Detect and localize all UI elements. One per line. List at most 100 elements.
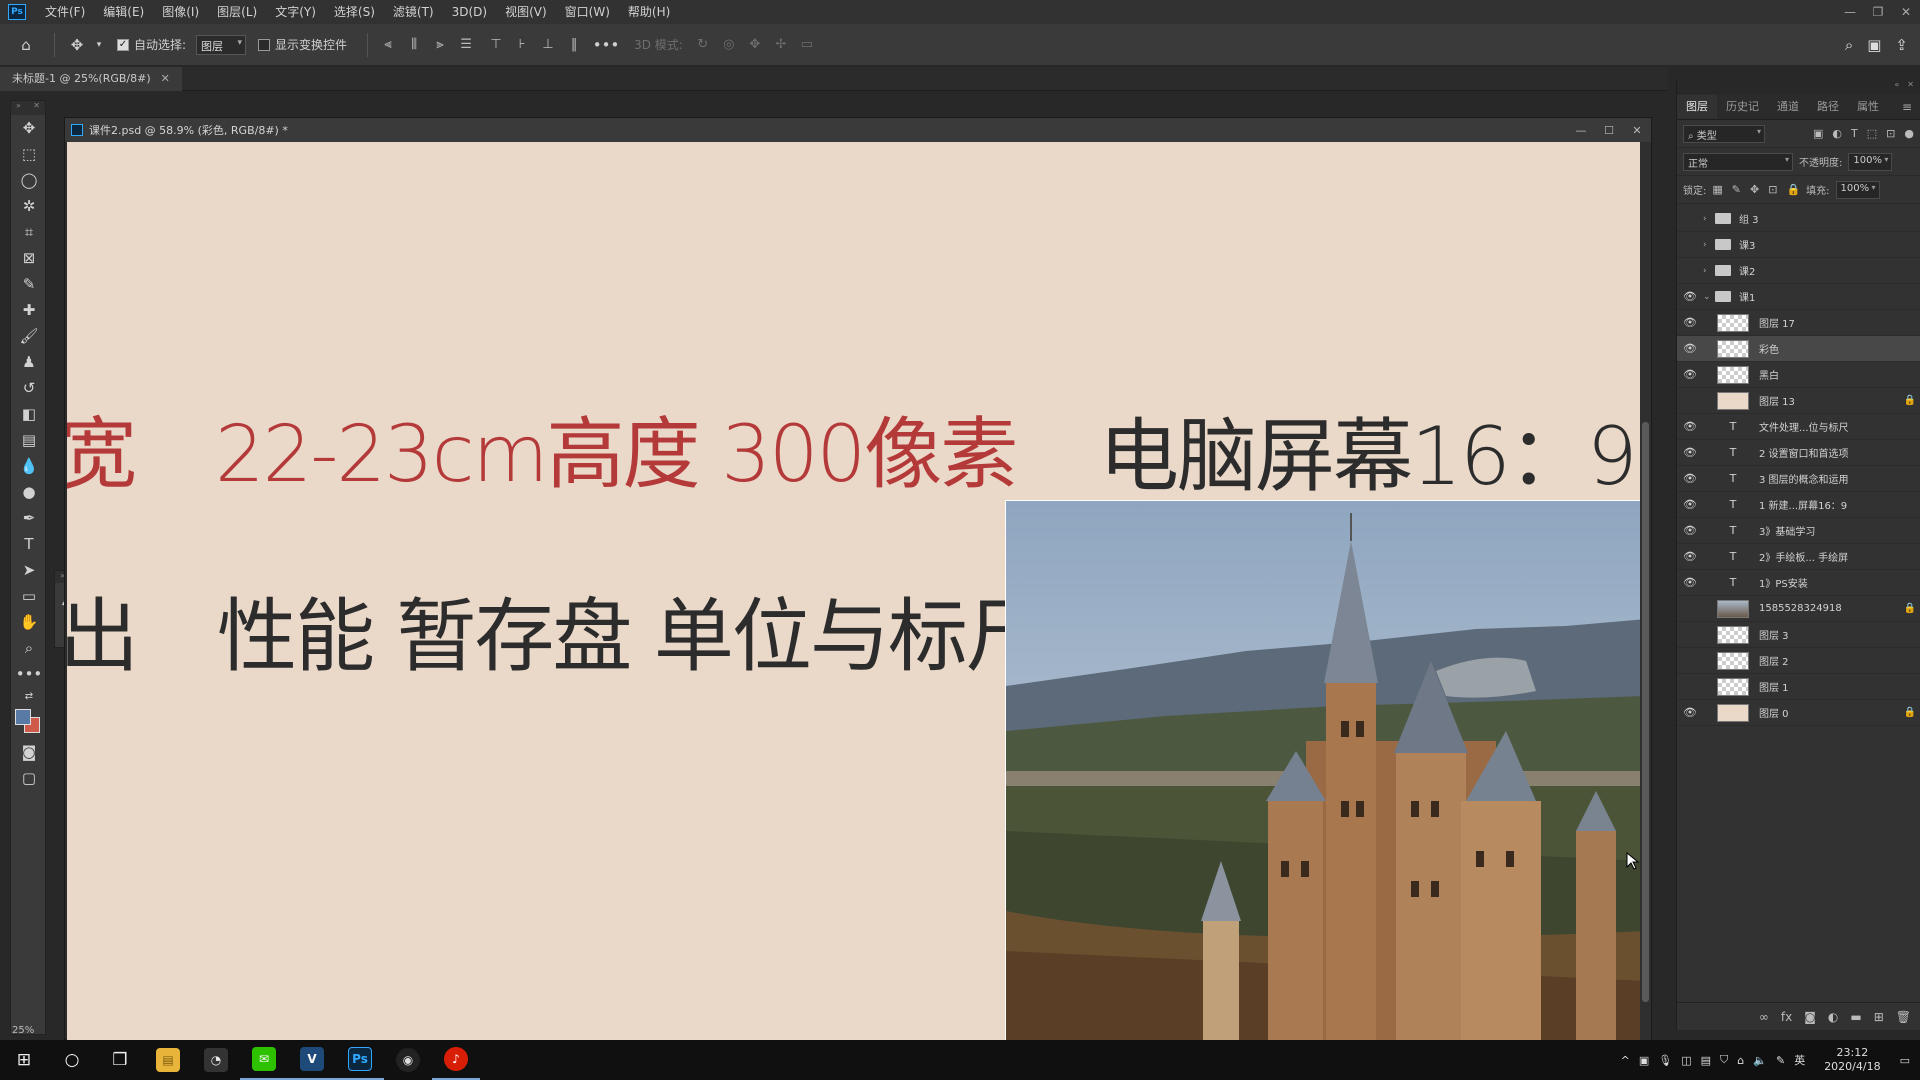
panel-header[interactable]: «✕ bbox=[1677, 80, 1920, 94]
align-bottom-icon[interactable]: ⊥ bbox=[538, 35, 558, 55]
scale-3d-icon[interactable]: ▭ bbox=[797, 35, 817, 55]
visibility-eye-icon[interactable]: 👁 bbox=[1677, 238, 1703, 251]
menu-item[interactable]: 选择(S) bbox=[325, 0, 384, 24]
chevron-down-icon[interactable]: ⌄ bbox=[1703, 292, 1715, 302]
align-right-icon[interactable]: ⫸ bbox=[430, 35, 450, 55]
workspace-icon[interactable]: ▣ bbox=[1867, 36, 1881, 54]
frame-tool-icon[interactable]: ⊠ bbox=[11, 245, 47, 271]
align-center-icon[interactable]: ⫼ bbox=[404, 35, 424, 55]
blur-tool-icon[interactable]: 💧 bbox=[11, 453, 47, 479]
visibility-eye-icon[interactable]: 👁 bbox=[1677, 264, 1703, 277]
task-view-icon[interactable]: ❒ bbox=[96, 1040, 144, 1080]
align-left-icon[interactable]: ⫷ bbox=[378, 35, 398, 55]
minimize-icon[interactable]: — bbox=[1567, 124, 1595, 137]
new-group-icon[interactable]: ▬ bbox=[1850, 1010, 1861, 1024]
visibility-eye-icon[interactable]: 👁 bbox=[1677, 498, 1703, 511]
visibility-eye-icon[interactable]: 👁 bbox=[1677, 576, 1703, 589]
delete-layer-icon[interactable]: 🗑 bbox=[1896, 1010, 1911, 1024]
swap-colors-icon[interactable]: ⇄ bbox=[11, 687, 47, 705]
scrollbar-thumb[interactable] bbox=[1642, 422, 1649, 1002]
move-tool-icon[interactable]: ✥ bbox=[65, 33, 89, 57]
layer-row[interactable]: 👁 1585528324918 🔒 bbox=[1677, 596, 1920, 622]
history-brush-tool-icon[interactable]: ↺ bbox=[11, 375, 47, 401]
menu-item[interactable]: 3D(D) bbox=[443, 0, 496, 24]
search-icon[interactable]: ○ bbox=[48, 1040, 96, 1080]
visibility-eye-icon[interactable]: 👁 bbox=[1677, 472, 1703, 485]
minimize-icon[interactable]: — bbox=[1836, 5, 1864, 19]
type-tool-icon[interactable]: T bbox=[11, 531, 47, 557]
close-icon[interactable]: ✕ bbox=[161, 72, 170, 85]
fill-input[interactable]: 100% bbox=[1835, 180, 1880, 199]
layer-row[interactable]: 👁 图层 13 🔒 bbox=[1677, 388, 1920, 414]
slide-3d-icon[interactable]: ✢ bbox=[771, 35, 791, 55]
layer-row[interactable]: 👁 T 1 新建...屏幕16：9 bbox=[1677, 492, 1920, 518]
layer-row[interactable]: 👁 T 文件处理...位与标尺 bbox=[1677, 414, 1920, 440]
layer-row[interactable]: 👁 T 3 图层的概念和运用 bbox=[1677, 466, 1920, 492]
filter-shape-icon[interactable]: ⬚ bbox=[1867, 127, 1877, 140]
clock[interactable]: 23:12 2020/4/18 bbox=[1824, 1046, 1880, 1074]
shield-icon[interactable]: ⛉ bbox=[1720, 1053, 1728, 1067]
pen-icon[interactable]: ✎ bbox=[1776, 1054, 1785, 1067]
pan-3d-icon[interactable]: ✥ bbox=[745, 35, 765, 55]
volume-icon[interactable]: 🔈 bbox=[1753, 1054, 1767, 1067]
healing-brush-tool-icon[interactable]: ✚ bbox=[11, 297, 47, 323]
auto-select-checkbox[interactable]: ✓ 自动选择: bbox=[117, 36, 186, 53]
filter-toggle-icon[interactable]: ● bbox=[1904, 127, 1914, 140]
layer-row[interactable]: 👁 图层 2 bbox=[1677, 648, 1920, 674]
visibility-eye-icon[interactable]: 👁 bbox=[1677, 420, 1703, 433]
document-title-bar[interactable]: 课件2.psd @ 58.9% (彩色, RGB/8#) * — ☐ ✕ bbox=[65, 118, 1651, 142]
filter-pixel-icon[interactable]: ▣ bbox=[1813, 127, 1823, 140]
hand-tool-icon[interactable]: ✋ bbox=[11, 609, 47, 635]
canvas[interactable]: 宽 22-23cm高度 300像素 电脑屏幕16：9 出 性能 暂存盘 单位与标… bbox=[67, 142, 1641, 1040]
notification-icon[interactable]: ▭ bbox=[1900, 1054, 1910, 1067]
windows-start-icon[interactable]: ⊞ bbox=[0, 1040, 48, 1080]
layer-row[interactable]: 👁 黑白 bbox=[1677, 362, 1920, 388]
rectangle-tool-icon[interactable]: ▭ bbox=[11, 583, 47, 609]
obs-icon[interactable]: ◉ bbox=[384, 1040, 432, 1080]
dodge-tool-icon[interactable]: ● bbox=[11, 479, 47, 505]
browser-icon[interactable]: ◔ bbox=[192, 1040, 240, 1080]
eyedropper-tool-icon[interactable]: ✎ bbox=[11, 271, 47, 297]
magic-wand-tool-icon[interactable]: ✲ bbox=[11, 193, 47, 219]
vertical-scrollbar[interactable] bbox=[1640, 142, 1651, 1040]
clone-stamp-tool-icon[interactable]: ♟ bbox=[11, 349, 47, 375]
chevron-down-icon[interactable]: ▾ bbox=[87, 33, 111, 57]
lock-position-icon[interactable]: ✥ bbox=[1750, 183, 1759, 196]
new-layer-icon[interactable]: ⊞ bbox=[1874, 1010, 1884, 1024]
tray-app-icon[interactable]: ◫ bbox=[1681, 1054, 1691, 1067]
screen-mode-icon[interactable]: ▢ bbox=[11, 765, 47, 791]
filter-smart-object-icon[interactable]: ⊡ bbox=[1886, 127, 1895, 140]
path-selection-tool-icon[interactable]: ➤ bbox=[11, 557, 47, 583]
close-icon[interactable]: ✕ bbox=[1892, 5, 1920, 19]
restore-icon[interactable]: ❐ bbox=[1864, 5, 1892, 19]
lock-artboard-icon[interactable]: ⊡ bbox=[1768, 183, 1777, 196]
visibility-eye-icon[interactable]: 👁 bbox=[1677, 394, 1703, 407]
chevron-right-icon[interactable]: › bbox=[1703, 240, 1715, 250]
visibility-eye-icon[interactable]: 👁 bbox=[1677, 290, 1703, 303]
layer-row[interactable]: 👁 ⌄ 课1 bbox=[1677, 284, 1920, 310]
foreground-color[interactable] bbox=[15, 709, 31, 725]
more-options-icon[interactable]: ••• bbox=[593, 33, 620, 57]
layer-row[interactable]: 👁 图层 3 bbox=[1677, 622, 1920, 648]
document-tab[interactable]: 未标题-1 @ 25%(RGB/8#) ✕ bbox=[0, 67, 182, 91]
layer-row[interactable]: 👁› 课2 bbox=[1677, 258, 1920, 284]
menu-item[interactable]: 滤镜(T) bbox=[384, 0, 443, 24]
network-icon[interactable]: ⌂ bbox=[1737, 1054, 1744, 1067]
add-mask-icon[interactable]: ◙ bbox=[1804, 1010, 1816, 1024]
filter-type-icon[interactable]: T bbox=[1851, 127, 1858, 140]
chevron-right-icon[interactable]: › bbox=[1703, 214, 1715, 224]
visibility-eye-icon[interactable]: 👁 bbox=[1677, 368, 1703, 381]
color-swatches[interactable] bbox=[11, 705, 47, 739]
eraser-tool-icon[interactable]: ◧ bbox=[11, 401, 47, 427]
more-tools-icon[interactable]: ••• bbox=[11, 661, 47, 687]
distribute-vertical-icon[interactable]: ‖ bbox=[564, 35, 584, 55]
panel-menu-icon[interactable]: ≡ bbox=[1902, 95, 1920, 119]
layer-row[interactable]: 👁› 课3 bbox=[1677, 232, 1920, 258]
visibility-eye-icon[interactable]: 👁 bbox=[1677, 602, 1703, 615]
maximize-icon[interactable]: ☐ bbox=[1595, 124, 1623, 137]
chevron-up-icon[interactable]: ^ bbox=[1621, 1054, 1630, 1067]
visibility-eye-icon[interactable]: 👁 bbox=[1677, 680, 1703, 693]
quick-mask-icon[interactable]: ◙ bbox=[11, 739, 47, 765]
layer-row[interactable]: 👁 T 1》PS安装 bbox=[1677, 570, 1920, 596]
panel-tab[interactable]: 图层 bbox=[1677, 95, 1717, 119]
